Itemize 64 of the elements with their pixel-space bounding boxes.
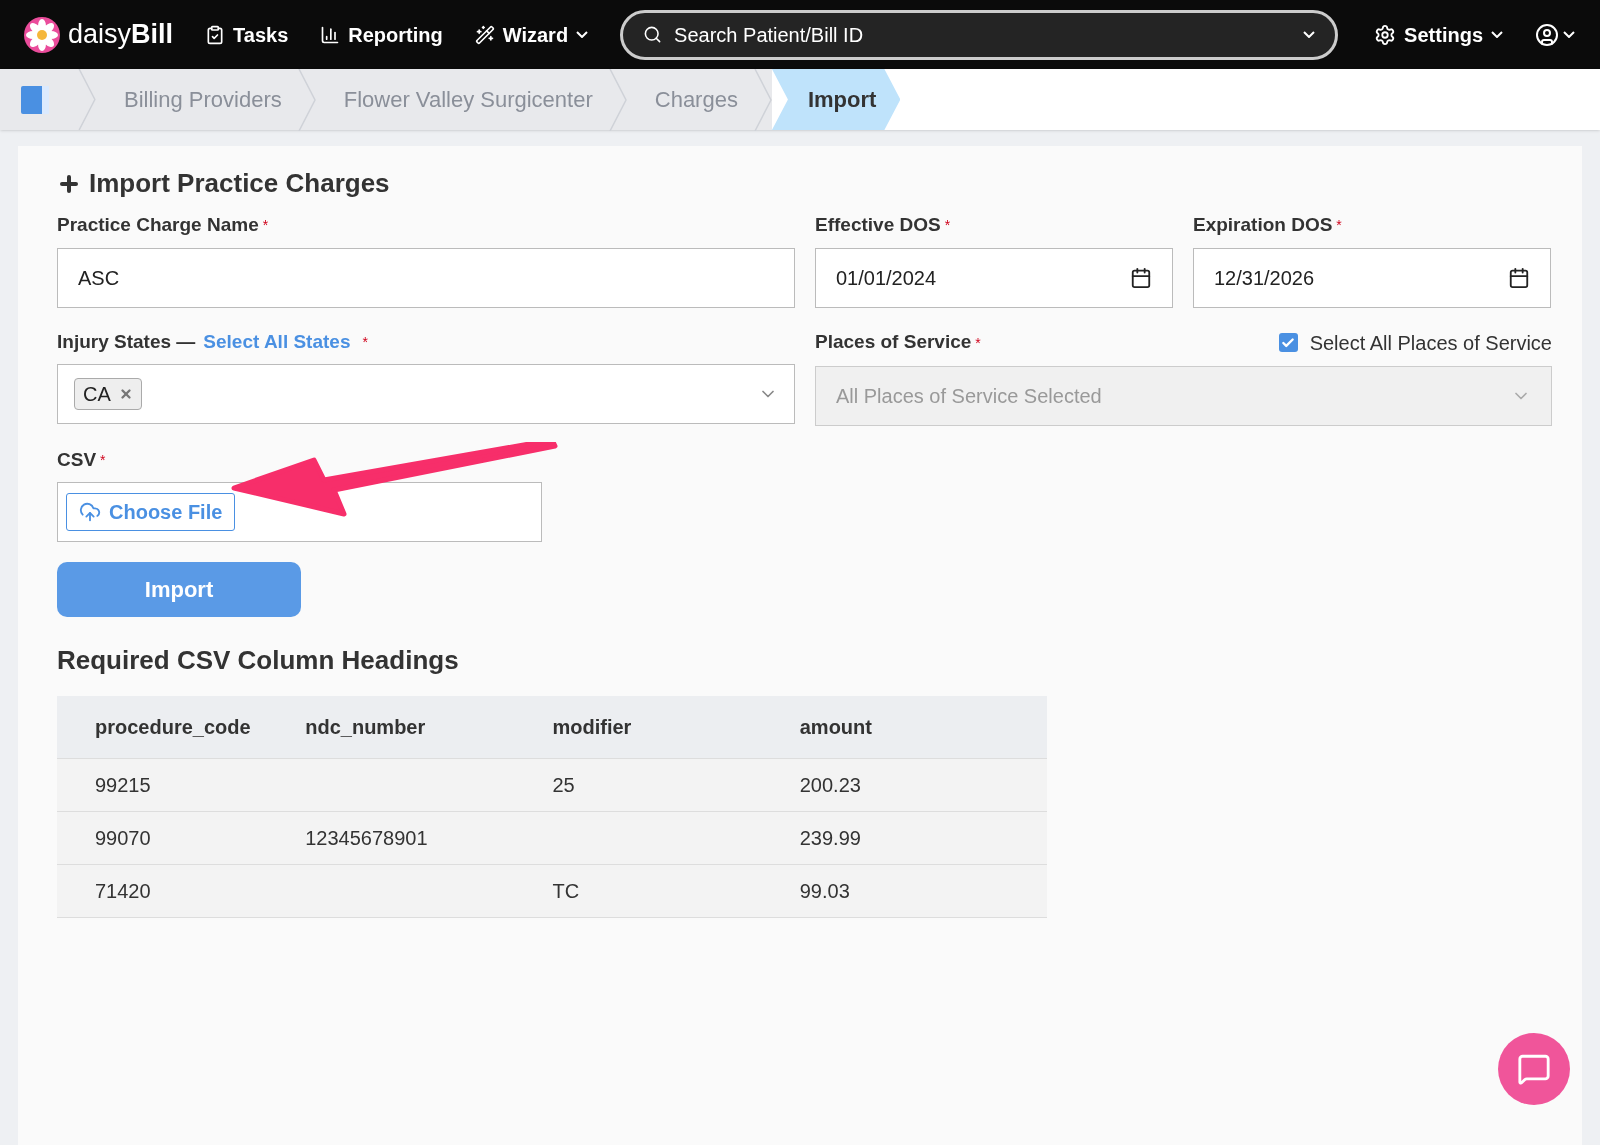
- section-heading: Required CSV Column Headings: [57, 644, 460, 677]
- daisy-logo-icon: [24, 16, 60, 53]
- chevron-divider-icon: [608, 68, 627, 131]
- search-icon: [643, 25, 663, 44]
- chevron-divider-icon: [753, 68, 772, 131]
- checkbox[interactable]: [1278, 333, 1298, 352]
- caret-icon: [1491, 31, 1503, 38]
- settings-menu[interactable]: Settings: [1374, 19, 1503, 50]
- field-label: CSV: [57, 447, 97, 472]
- column-header: procedure_code: [95, 715, 251, 738]
- user-avatar-icon: [1535, 22, 1559, 47]
- field-label: Effective DOS: [815, 213, 941, 237]
- state-tag[interactable]: CA: [74, 378, 142, 410]
- column-header: amount: [799, 715, 872, 738]
- remove-icon: [118, 387, 133, 401]
- table-cell: 25: [552, 773, 575, 796]
- home-book-icon[interactable]: [20, 84, 50, 115]
- field-label: Practice Charge Name: [57, 213, 259, 237]
- logo-text[interactable]: daisyBill: [68, 14, 174, 55]
- user-menu-button[interactable]: [1535, 22, 1575, 47]
- field-label: Places of Service: [815, 330, 972, 355]
- required-mark: *: [262, 216, 269, 236]
- required-mark: *: [100, 450, 106, 470]
- chevron-divider-icon: [297, 68, 316, 131]
- nav-link[interactable]: Wizard: [474, 19, 589, 50]
- caret-icon: [1563, 31, 1575, 38]
- cloud-upload-icon: [79, 501, 101, 523]
- required-mark: *: [944, 216, 951, 236]
- table-cell: 200.23: [799, 773, 861, 796]
- table-cell: 99215: [95, 773, 151, 796]
- clipboard-icon: [205, 24, 226, 45]
- search-field[interactable]: Search Patient/Bill ID: [620, 9, 1339, 60]
- table-cell: 239.99: [799, 826, 861, 849]
- calendar-icon: [1508, 266, 1530, 289]
- required-mark: *: [362, 332, 368, 352]
- nav-link[interactable]: Reporting: [320, 19, 443, 50]
- form-title: Import Practice Charges: [89, 167, 390, 200]
- table-cell: TC: [552, 879, 580, 902]
- table-cell: 71420: [95, 879, 151, 902]
- table-cell: 99070: [95, 826, 151, 849]
- bar-chart-icon: [320, 24, 341, 45]
- chat-icon: [1517, 1052, 1551, 1086]
- breadcrumb-link[interactable]: Import: [771, 69, 901, 130]
- column-header: ndc_number: [305, 715, 426, 738]
- multi-select-field[interactable]: CA: [57, 364, 795, 424]
- field-label: Expiration DOS: [1193, 213, 1333, 237]
- required-mark: *: [1336, 216, 1342, 236]
- caret-icon: [576, 31, 589, 38]
- calendar-icon: [1130, 266, 1152, 289]
- table-cell: 99.03: [799, 879, 850, 902]
- caret-icon: [1303, 31, 1316, 38]
- nav-link[interactable]: Tasks: [205, 19, 289, 50]
- magic-wand-icon: [474, 24, 495, 45]
- input-field[interactable]: ASC: [57, 247, 795, 308]
- settings-icon: [1374, 23, 1397, 46]
- table-cell: 12345678901: [305, 826, 428, 849]
- field-label: Injury States —: [57, 329, 196, 354]
- date-field[interactable]: 01/01/2024: [815, 247, 1173, 308]
- column-header: modifier: [552, 715, 632, 738]
- required-mark: *: [975, 333, 981, 353]
- checkbox-label: Select All Places of Service: [1309, 330, 1552, 356]
- check-icon: [1281, 335, 1296, 350]
- date-field[interactable]: 12/31/2026: [1193, 247, 1551, 308]
- chevron-divider-icon: [78, 69, 96, 130]
